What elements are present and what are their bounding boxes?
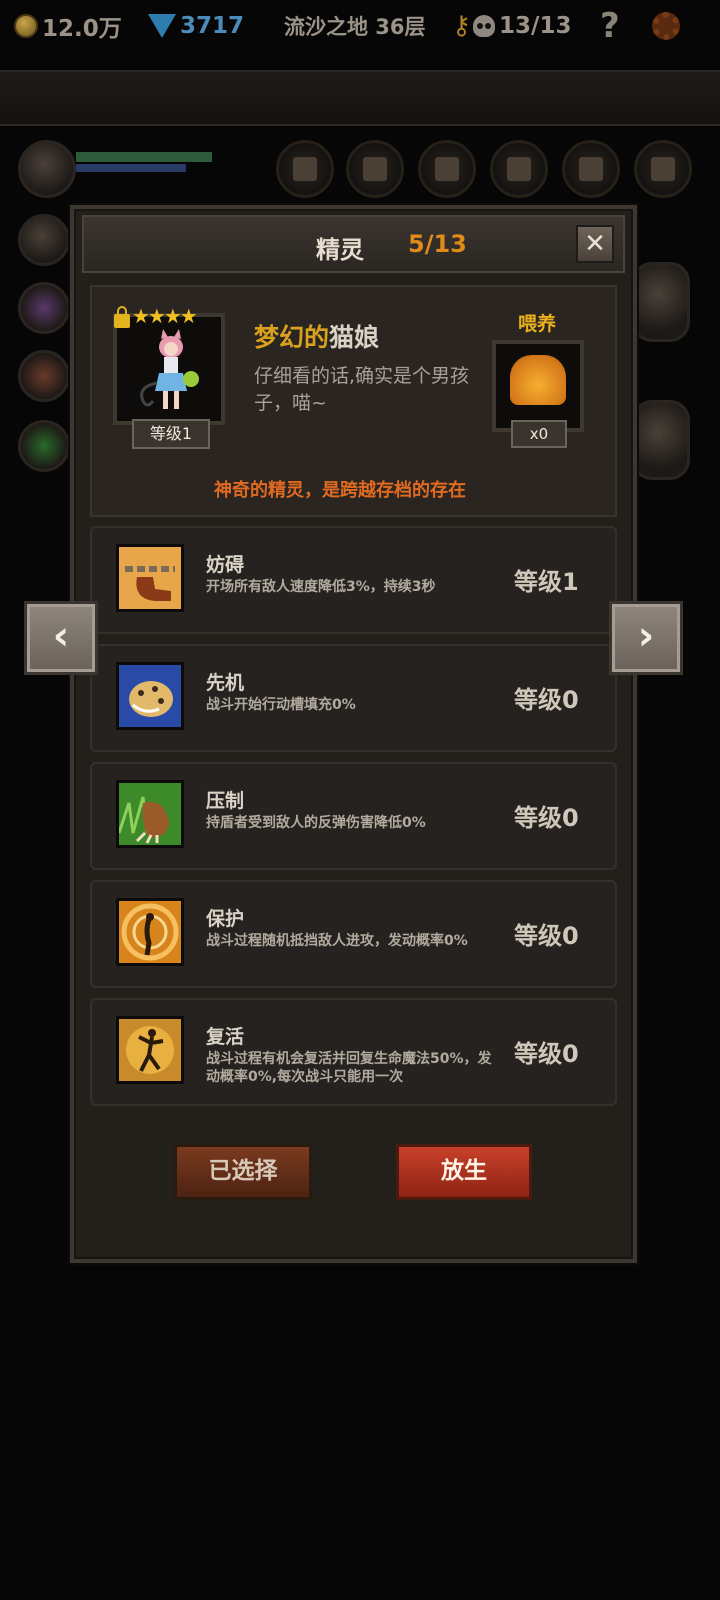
close-button[interactable]: ✕ xyxy=(576,225,614,263)
ally-figure xyxy=(632,262,690,342)
gem-value: 3717 xyxy=(180,13,245,39)
kill-value: 13/13 xyxy=(499,13,572,39)
release-button[interactable]: 放生 xyxy=(396,1144,532,1200)
location-label: 流沙之地 36层 xyxy=(284,10,426,42)
catgirl-sprite-icon xyxy=(140,329,199,409)
next-sprite-button[interactable]: › xyxy=(609,601,683,675)
enemy-figure xyxy=(632,400,690,480)
item-slot-icon xyxy=(562,140,620,198)
claw-icon xyxy=(116,780,184,848)
gold-coin-icon xyxy=(14,14,38,38)
feed-count: x0 xyxy=(511,420,567,448)
skill-name: 先机 xyxy=(206,672,245,694)
help-icon: ? xyxy=(600,6,620,46)
location-text: 流沙之地 36层 xyxy=(284,15,426,39)
close-icon: ✕ xyxy=(584,229,606,259)
diamond-icon xyxy=(148,14,176,38)
skill-row[interactable]: 保护 战斗过程随机抵挡敌人进攻，发动概率0% 等级0 xyxy=(90,880,617,988)
skill-name: 妨碍 xyxy=(206,554,245,576)
skill-name: 压制 xyxy=(206,790,245,812)
help-button[interactable]: ? xyxy=(600,6,620,46)
skill-level: 等级0 xyxy=(514,686,579,714)
sprite-portrait[interactable] xyxy=(113,313,225,425)
chevron-left-icon: ‹ xyxy=(52,613,70,659)
sprite-name-main: 猫娘 xyxy=(329,323,380,352)
party-member-avatar xyxy=(18,214,70,266)
gold-value: 12.0万 xyxy=(42,16,122,42)
feed-label: 喂养 xyxy=(518,313,557,335)
item-slot-icon xyxy=(634,140,692,198)
leopard-icon xyxy=(116,662,184,730)
skull-icon xyxy=(473,15,496,37)
gem-counter: 3717 xyxy=(148,10,244,42)
skill-level: 等级0 xyxy=(514,922,579,950)
sprite-description: 仔细看的话,确实是个男孩子，喵~ xyxy=(254,365,470,414)
panel-title: 精灵 xyxy=(316,236,364,264)
key-icon: ⚷ xyxy=(452,11,472,41)
skill-row[interactable]: 先机 战斗开始行动槽填充0% 等级0 xyxy=(90,644,617,752)
sprite-name: 梦幻的猫娘 xyxy=(254,318,379,354)
skill-row[interactable]: 复活 战斗过程有机会复活并回复生命魔法50%，发动概率0%,每次战斗只能用一次 … xyxy=(90,998,617,1106)
item-slot-icon xyxy=(346,140,404,198)
hero-portrait xyxy=(18,140,76,198)
fairy-icon xyxy=(116,898,184,966)
skill-description: 开场所有敌人速度降低3%，持续3秒 xyxy=(206,579,436,595)
skill-level: 等级1 xyxy=(514,568,579,596)
bread-icon xyxy=(510,355,566,405)
shackle-icon xyxy=(116,544,184,612)
skill-name: 保护 xyxy=(206,908,245,930)
revive-icon xyxy=(116,1016,184,1084)
skill-description: 战斗开始行动槽填充0% xyxy=(206,697,356,713)
skill-name: 复活 xyxy=(206,1026,245,1048)
skill-description: 战斗过程有机会复活并回复生命魔法50%，发动概率0%,每次战斗只能用一次 xyxy=(206,1051,492,1085)
sprite-tagline: 神奇的精灵，是跨越存档的存在 xyxy=(214,480,466,501)
sprite-count: 5/13 xyxy=(408,230,467,258)
item-slot-icon xyxy=(490,140,548,198)
skill-row[interactable]: 压制 持盾者受到敌人的反弹伤害降低0% 等级0 xyxy=(90,762,617,870)
item-slot-icon xyxy=(418,140,476,198)
skill-level: 等级0 xyxy=(514,1040,579,1068)
selected-button[interactable]: 已选择 xyxy=(174,1144,312,1200)
add-member-icon xyxy=(18,420,70,472)
party-member-avatar xyxy=(18,350,70,402)
skill-description: 战斗过程随机抵挡敌人进攻，发动概率0% xyxy=(206,933,468,949)
skill-row[interactable]: 妨碍 开场所有敌人速度降低3%，持续3秒 等级1 xyxy=(90,526,617,634)
skill-level: 等级0 xyxy=(514,804,579,832)
bell-slot-icon xyxy=(276,140,334,198)
gold-counter: 12.0万 xyxy=(14,10,122,42)
party-member-avatar xyxy=(18,282,70,334)
hero-health-bar xyxy=(76,152,212,162)
kill-counter: ⚷ 13/13 xyxy=(452,10,571,42)
sprite-name-prefix: 梦幻的 xyxy=(254,323,330,352)
status-bar xyxy=(0,70,720,126)
previous-sprite-button[interactable]: ‹ xyxy=(24,601,98,675)
lock-icon xyxy=(114,306,130,328)
hero-mana-bar xyxy=(76,164,186,172)
chevron-right-icon: › xyxy=(637,613,655,659)
gear-icon xyxy=(652,12,680,40)
settings-button[interactable] xyxy=(652,10,680,42)
skill-description: 持盾者受到敌人的反弹伤害降低0% xyxy=(206,815,426,831)
star-rating: ★★★★ xyxy=(132,304,198,328)
sprite-level: 等级1 xyxy=(132,419,210,449)
